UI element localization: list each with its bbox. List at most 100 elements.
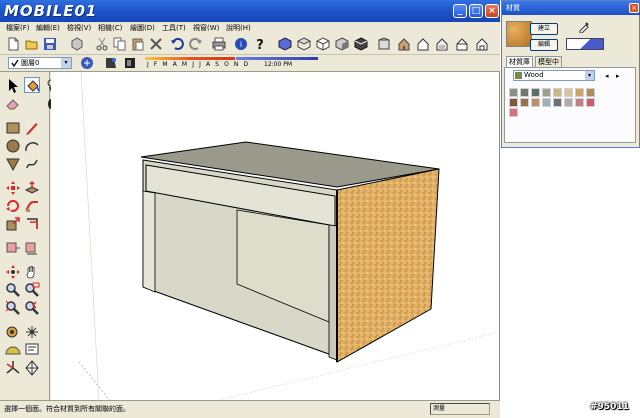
pan-hand-icon[interactable] xyxy=(24,264,40,280)
material-swatch[interactable] xyxy=(531,98,540,107)
eyedropper-icon[interactable] xyxy=(578,21,590,34)
redo-icon[interactable] xyxy=(189,37,203,51)
menu-view[interactable]: 檢視(V) xyxy=(67,23,91,33)
layer-dropdown[interactable]: 圖層0 ▾ xyxy=(8,57,72,69)
component-icon[interactable] xyxy=(43,78,55,94)
right-view-icon[interactable] xyxy=(335,37,349,51)
offset-icon[interactable] xyxy=(24,216,40,232)
house-front-icon[interactable] xyxy=(397,37,411,51)
left-view-icon[interactable] xyxy=(377,37,391,51)
text-tool-icon[interactable] xyxy=(24,342,40,358)
material-swatch[interactable] xyxy=(542,98,551,107)
cut-icon[interactable] xyxy=(95,37,109,51)
materials-close-button[interactable]: × xyxy=(629,3,639,13)
menu-camera[interactable]: 相機(C) xyxy=(98,23,122,33)
shadow-settings-icon[interactable] xyxy=(104,56,118,70)
create-material-button[interactable]: 建立 xyxy=(530,23,558,35)
menu-help[interactable]: 說明(H) xyxy=(226,23,251,33)
material-swatch[interactable] xyxy=(509,98,518,107)
orbit-icon[interactable] xyxy=(5,264,21,280)
menu-edit[interactable]: 編輯(E) xyxy=(36,23,60,33)
display-shadows-icon[interactable] xyxy=(123,56,137,70)
house-back-icon[interactable] xyxy=(455,37,469,51)
eraser-icon[interactable] xyxy=(5,96,21,112)
axes-icon[interactable] xyxy=(5,360,21,376)
edit-material-button[interactable]: 編輯 xyxy=(530,39,558,51)
material-swatch[interactable] xyxy=(553,88,562,97)
nav-back-icon[interactable]: ◂ xyxy=(605,72,609,80)
select-arrow-icon[interactable] xyxy=(5,78,21,94)
circle-icon[interactable] xyxy=(5,138,21,154)
material-swatch[interactable] xyxy=(564,88,573,97)
save-icon[interactable] xyxy=(43,37,57,51)
close-button[interactable]: × xyxy=(485,4,499,18)
menu-draw[interactable]: 繪圖(D) xyxy=(130,23,155,33)
material-swatch[interactable] xyxy=(531,88,540,97)
rectangle-icon[interactable] xyxy=(5,120,21,136)
zoom-window-icon[interactable] xyxy=(24,282,40,298)
iso-view-icon[interactable] xyxy=(278,37,292,51)
menu-file[interactable]: 檔案(F) xyxy=(6,23,30,33)
maximize-button[interactable]: □ xyxy=(469,4,483,18)
3d-viewport[interactable] xyxy=(51,72,499,402)
position-camera-icon[interactable] xyxy=(5,324,21,340)
house-side-icon[interactable] xyxy=(435,37,449,51)
model-info-icon[interactable]: i xyxy=(234,37,248,51)
house-bottom-icon[interactable] xyxy=(475,37,489,51)
time-slider[interactable]: 12:00 PM xyxy=(236,57,318,69)
month-slider[interactable]: J F M A M J J A S O N D xyxy=(145,57,248,69)
erase-x-icon[interactable] xyxy=(149,37,163,51)
material-swatch[interactable] xyxy=(520,98,529,107)
top-view-icon[interactable] xyxy=(297,37,311,51)
print-icon[interactable] xyxy=(212,37,226,51)
library-dropdown[interactable]: Wood ▾ xyxy=(513,70,595,81)
tape-measure-icon[interactable] xyxy=(5,240,21,256)
menu-tools[interactable]: 工具(T) xyxy=(162,23,186,33)
freehand-icon[interactable] xyxy=(24,156,40,172)
paint-bucket-icon[interactable] xyxy=(24,77,40,93)
tab-in-model[interactable]: 模型中 xyxy=(535,56,562,67)
material-swatch[interactable] xyxy=(509,88,518,97)
measurements-box[interactable]: 測量 xyxy=(430,403,490,415)
previous-view-icon[interactable] xyxy=(24,300,40,316)
material-swatch[interactable] xyxy=(564,98,573,107)
material-swatch[interactable] xyxy=(520,88,529,97)
follow-me-icon[interactable] xyxy=(24,198,40,214)
material-swatch[interactable] xyxy=(586,88,595,97)
menu-window[interactable]: 視窗(W) xyxy=(193,23,219,33)
scale-icon[interactable] xyxy=(5,216,21,232)
undo-icon[interactable] xyxy=(170,37,184,51)
rotate-icon[interactable] xyxy=(5,198,21,214)
section-plane-icon[interactable] xyxy=(24,360,40,376)
polygon-icon[interactable] xyxy=(5,156,21,172)
push-pull-icon[interactable] xyxy=(24,180,40,196)
help-question-icon[interactable]: ? xyxy=(253,37,267,51)
material-swatch[interactable] xyxy=(553,98,562,107)
walk-icon[interactable] xyxy=(43,96,54,112)
minimize-button[interactable]: _ xyxy=(453,4,467,18)
copy-icon[interactable] xyxy=(113,37,127,51)
make-component-icon[interactable] xyxy=(70,37,84,51)
dimension-icon[interactable] xyxy=(24,240,40,256)
material-swatch[interactable] xyxy=(586,98,595,107)
back-view-icon[interactable] xyxy=(354,37,368,51)
zoom-icon[interactable] xyxy=(5,282,21,298)
front-view-icon[interactable] xyxy=(316,37,330,51)
paste-icon[interactable] xyxy=(131,37,145,51)
layer-manager-icon[interactable] xyxy=(80,56,94,70)
protractor-icon[interactable] xyxy=(5,342,21,358)
house-outline-icon[interactable] xyxy=(416,37,430,51)
move-icon[interactable] xyxy=(5,180,21,196)
material-swatch[interactable] xyxy=(542,88,551,97)
material-swatch[interactable] xyxy=(575,98,584,107)
pencil-icon[interactable] xyxy=(24,120,40,136)
zoom-extents-icon[interactable] xyxy=(5,300,21,316)
arc-icon[interactable] xyxy=(24,138,40,154)
new-icon[interactable] xyxy=(6,37,20,51)
material-swatch[interactable] xyxy=(509,108,518,117)
nav-forward-icon[interactable]: ▸ xyxy=(616,72,620,80)
tab-library[interactable]: 材質庫 xyxy=(506,56,533,67)
look-around-icon[interactable] xyxy=(24,324,40,340)
open-folder-icon[interactable] xyxy=(25,37,39,51)
material-swatch[interactable] xyxy=(575,88,584,97)
